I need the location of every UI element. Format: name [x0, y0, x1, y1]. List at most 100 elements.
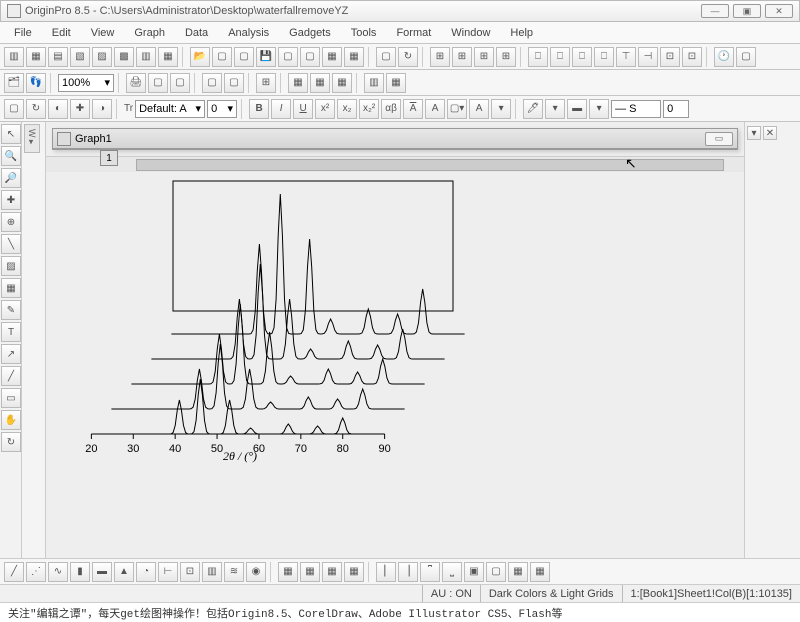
template-button[interactable]: ▦ — [344, 562, 364, 582]
italic-button[interactable]: I — [271, 99, 291, 119]
slideshow-button[interactable]: ▥ — [364, 73, 384, 93]
text-tool[interactable]: T — [1, 322, 21, 342]
batch-button[interactable]: ▢ — [376, 47, 396, 67]
line-style-combo[interactable]: — S — [611, 100, 661, 118]
add-top-button[interactable]: ⊤ — [616, 47, 636, 67]
ungroup-button[interactable]: ▦ — [530, 562, 550, 582]
send-graphs-button[interactable]: ▦ — [386, 73, 406, 93]
menu-view[interactable]: View — [81, 27, 125, 39]
font-size-combo[interactable]: 0▾ — [207, 100, 237, 118]
front-button[interactable]: ▣ — [464, 562, 484, 582]
project-explorer-button[interactable]: 🗂 — [4, 73, 24, 93]
line-width-combo[interactable]: 0 — [663, 100, 689, 118]
layout4-button[interactable]: ⊞ — [496, 47, 516, 67]
menu-window[interactable]: Window — [441, 27, 500, 39]
new-layout-button[interactable]: ▩ — [114, 47, 134, 67]
layer-button[interactable]: 1 — [100, 150, 118, 166]
fill-arrow[interactable]: ▾ — [589, 99, 609, 119]
import-multi-button[interactable]: ▦ — [344, 47, 364, 67]
import-single-button[interactable]: ▦ — [322, 47, 342, 67]
graph-window[interactable]: Graph1 ▭ 1 2030405060708090 2θ / (°) — [52, 128, 738, 150]
draw-data-tool[interactable]: ✎ — [1, 300, 21, 320]
data-selector-tool[interactable]: ╲ — [1, 234, 21, 254]
import-wizard-button[interactable]: ▢ — [300, 47, 320, 67]
add-column-button[interactable]: ⊞ — [256, 73, 276, 93]
rescale-button[interactable]: ▦ — [332, 73, 352, 93]
pie-plot-button[interactable]: ◔ — [136, 562, 156, 582]
line-color-button[interactable]: 🖊 — [523, 99, 543, 119]
rotate-tool[interactable]: ↻ — [1, 432, 21, 452]
layer-panel-button[interactable]: ▦ — [288, 73, 308, 93]
line-tool[interactable]: ╱ — [1, 366, 21, 386]
supersub-button[interactable]: x₂² — [359, 99, 379, 119]
align-top-button[interactable]: ⎴ — [420, 562, 440, 582]
graph-restore-button[interactable]: ▭ — [705, 132, 733, 146]
zoom-out-tool[interactable]: 🔎 — [1, 168, 21, 188]
fill-color-button[interactable]: ▬ — [567, 99, 587, 119]
open-template-button[interactable]: ▢ — [212, 47, 232, 67]
zoom-in-tool[interactable]: 🔍 — [1, 146, 21, 166]
new-excel-button[interactable]: ▤ — [48, 47, 68, 67]
date-button[interactable]: 🕐 — [714, 47, 734, 67]
new-graph-button[interactable]: ▧ — [70, 47, 90, 67]
save-button[interactable]: 💾 — [256, 47, 276, 67]
subscript-button[interactable]: x₂ — [337, 99, 357, 119]
add-inset2-button[interactable]: ⊡ — [682, 47, 702, 67]
open-excel-button[interactable]: ▢ — [234, 47, 254, 67]
bar-plot-button[interactable]: ▬ — [92, 562, 112, 582]
3d-surface-button[interactable]: ▦ — [278, 562, 298, 582]
project-explorer-tab[interactable]: W▾ — [24, 124, 40, 153]
align-left-button[interactable]: ⎢ — [376, 562, 396, 582]
print-button[interactable]: 🖨 — [126, 73, 146, 93]
underline-button[interactable]: U — [293, 99, 313, 119]
back-button[interactable]: ▢ — [486, 562, 506, 582]
contour-button[interactable]: ◉ — [246, 562, 266, 582]
new-matrix-button[interactable]: ▨ — [92, 47, 112, 67]
menu-edit[interactable]: Edit — [42, 27, 81, 39]
menu-format[interactable]: Format — [386, 27, 441, 39]
zoom-pan-tool[interactable]: ✋ — [1, 410, 21, 430]
bold-button[interactable]: B — [249, 99, 269, 119]
line-plot-button[interactable]: ╱ — [4, 562, 24, 582]
3d-scatter-button[interactable]: ▦ — [322, 562, 342, 582]
waterfall-button[interactable]: ≋ — [224, 562, 244, 582]
plot-setup-button[interactable]: ▦ — [310, 73, 330, 93]
layout2-button[interactable]: ⊞ — [452, 47, 472, 67]
open-button[interactable]: 📂 — [190, 47, 210, 67]
arrow-tool[interactable]: ↗ — [1, 344, 21, 364]
menu-data[interactable]: Data — [175, 27, 218, 39]
data-reader-tool[interactable]: ⊕ — [1, 212, 21, 232]
align-bottom-button[interactable]: ⎵ — [442, 562, 462, 582]
3d-bars-button[interactable]: ▦ — [300, 562, 320, 582]
column-plot-button[interactable]: ▮ — [70, 562, 90, 582]
image-combo-button[interactable]: ▢▾ — [447, 99, 467, 119]
font-color-arrow[interactable]: ▾ — [491, 99, 511, 119]
region-tool[interactable]: ▦ — [1, 278, 21, 298]
menu-help[interactable]: Help — [500, 27, 543, 39]
properties-button[interactable]: ▢ — [224, 73, 244, 93]
rescale-tool-button[interactable]: ▢ — [4, 99, 24, 119]
menu-graph[interactable]: Graph — [124, 27, 175, 39]
xy-button[interactable]: ▢ — [736, 47, 756, 67]
refresh-button[interactable]: ▢ — [170, 73, 190, 93]
extract-right-button[interactable]: ⎕ — [550, 47, 570, 67]
menu-file[interactable]: File — [4, 27, 42, 39]
new-function-button[interactable]: ▦ — [158, 47, 178, 67]
arrange-button[interactable]: ⎕ — [594, 47, 614, 67]
font-name-combo[interactable]: Default: A▾ — [135, 100, 205, 118]
screen-reader-tool[interactable]: ✚ — [1, 190, 21, 210]
line-scatter-button[interactable]: ∿ — [48, 562, 68, 582]
menu-analysis[interactable]: Analysis — [218, 27, 279, 39]
align-right-button[interactable]: ⎥ — [398, 562, 418, 582]
new-project-button[interactable]: ▥ — [4, 47, 24, 67]
overline-button[interactable]: A — [403, 99, 423, 119]
superscript-button[interactable]: x² — [315, 99, 335, 119]
minimize-button[interactable]: — — [701, 4, 729, 18]
rect-tool[interactable]: ▭ — [1, 388, 21, 408]
dock-pin-button[interactable]: ▾ — [747, 126, 761, 140]
extract-left-button[interactable]: ⎕ — [528, 47, 548, 67]
pointer-tool[interactable]: ↖ — [1, 124, 21, 144]
menu-tools[interactable]: Tools — [341, 27, 387, 39]
status-theme[interactable]: Dark Colors & Light Grids — [480, 585, 622, 602]
line-arrow[interactable]: ▾ — [545, 99, 565, 119]
